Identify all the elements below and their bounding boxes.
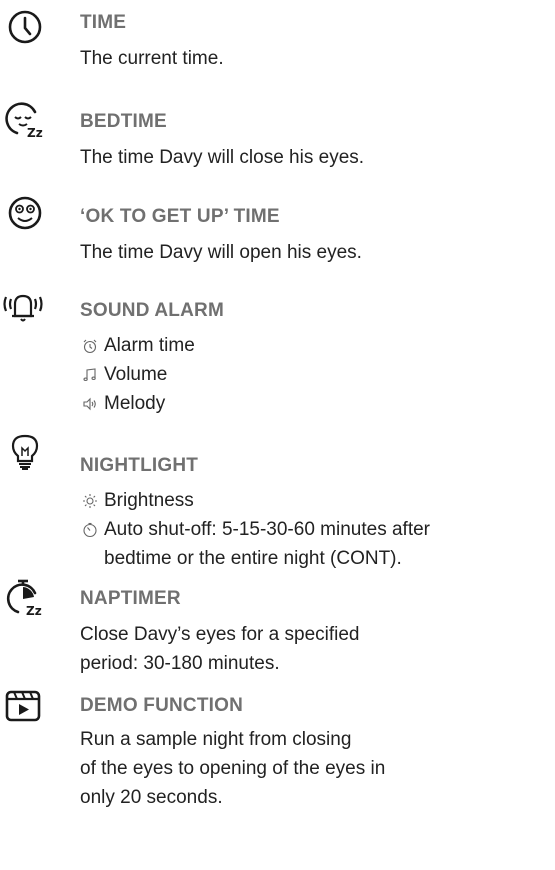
sun-icon <box>82 493 98 509</box>
speaker-icon <box>82 396 98 412</box>
section-description: Close Davy’s eyes for a specified period… <box>80 620 360 678</box>
svg-text:Zz: Zz <box>27 126 43 140</box>
description-line: only 20 seconds. <box>80 787 223 808</box>
description-line: The time Davy will open his eyes. <box>80 242 362 263</box>
list-item: Volume <box>82 360 195 389</box>
item-label: Auto shut-off: 5-15-30-60 minutes after <box>104 519 430 540</box>
music-note-icon <box>82 367 98 383</box>
section-description: The time Davy will open his eyes. <box>80 238 362 267</box>
description-line: The time Davy will close his eyes. <box>80 147 365 168</box>
alarm-clock-icon <box>82 338 98 354</box>
section-title: TIME <box>80 12 127 33</box>
description-line: Run a sample night from closing <box>80 729 352 750</box>
list-item: Melody <box>82 389 195 418</box>
svg-text:Zz: Zz <box>26 604 42 617</box>
description-line: of the eyes to opening of the eyes in <box>80 758 386 779</box>
section-title: ‘OK TO GET UP’ TIME <box>80 206 280 227</box>
stopwatch-zz-icon: Zz <box>4 577 44 617</box>
sleeping-face-icon: Zz <box>5 100 45 140</box>
list-item: Alarm time <box>82 331 195 360</box>
item-label: Melody <box>104 393 166 414</box>
sub-item-list: Brightness Auto shut-off: 5-15-30-60 min… <box>82 486 430 573</box>
video-play-icon <box>4 688 44 728</box>
light-bulb-icon <box>9 432 41 472</box>
awake-face-icon <box>5 193 45 233</box>
sub-item-list: Alarm time Volume Melody <box>82 331 195 418</box>
description-line: period: 30-180 minutes. <box>80 653 280 674</box>
section-description: The time Davy will close his eyes. <box>80 143 364 172</box>
item-label-continuation: bedtime or the entire night (CONT). <box>104 548 402 569</box>
section-description: Run a sample night from closing of the e… <box>80 725 385 812</box>
ringing-bell-icon <box>0 287 46 327</box>
list-item-continuation: bedtime or the entire night (CONT). <box>82 544 430 573</box>
section-title: SOUND ALARM <box>80 300 224 321</box>
item-label: Brightness <box>104 490 194 511</box>
section-title: NIGHTLIGHT <box>80 455 199 476</box>
clock-icon <box>5 7 45 47</box>
item-label: Volume <box>104 364 168 385</box>
section-title: BEDTIME <box>80 111 167 132</box>
section-title: NAPTIMER <box>80 588 181 609</box>
section-title: DEMO FUNCTION <box>80 695 244 716</box>
description-line: Close Davy’s eyes for a specified <box>80 624 360 645</box>
section-description: The current time. <box>80 44 224 73</box>
list-item: Auto shut-off: 5-15-30-60 minutes after <box>82 515 430 544</box>
item-label: Alarm time <box>104 335 195 356</box>
list-item: Brightness <box>82 486 430 515</box>
description-line: The current time. <box>80 48 224 69</box>
timer-icon <box>82 522 98 538</box>
